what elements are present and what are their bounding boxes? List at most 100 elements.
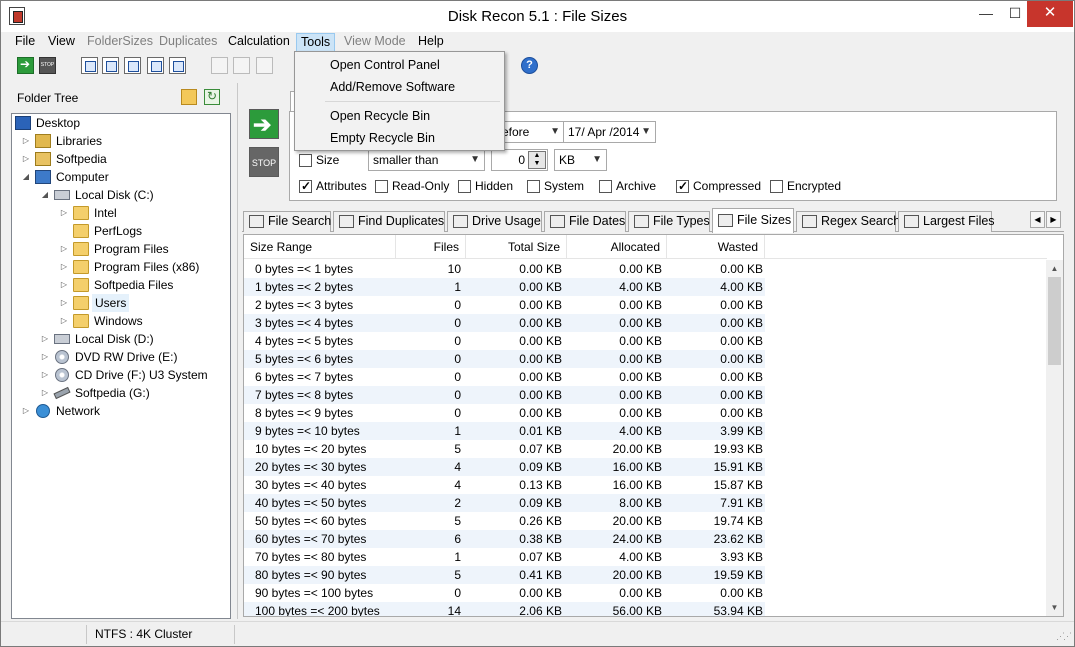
export-csv-icon[interactable]: [124, 57, 141, 74]
title-bar[interactable]: Disk Recon 5.1 : File Sizes — ☐ ✕: [1, 1, 1074, 32]
tab-file-sizes[interactable]: File Sizes: [712, 208, 794, 233]
rename-icon[interactable]: [233, 57, 250, 74]
folder-tree[interactable]: Desktop ▷ Libraries ▷ Softpedia ◢ Comput…: [11, 113, 231, 619]
tree-node-perflogs[interactable]: PerfLogs: [12, 222, 228, 240]
table-row[interactable]: 3 bytes =< 4 bytes 0 0.00 KB 0.00 KB 0.00 KB: [244, 314, 765, 332]
tree-node-program-files[interactable]: ▷ Program Files: [12, 240, 228, 258]
stop-scan-icon[interactable]: [39, 57, 56, 74]
column-files[interactable]: Files: [396, 235, 466, 259]
date-picker[interactable]: 17/ Apr /2014 ▼: [563, 121, 656, 143]
scroll-down-icon[interactable]: ▼: [1046, 599, 1063, 616]
tab-file-types[interactable]: File Types: [628, 211, 710, 232]
expand-arrow-icon[interactable]: ▷: [59, 276, 69, 294]
menu-duplicates[interactable]: Duplicates: [155, 33, 221, 52]
tab-file-dates[interactable]: File Dates: [544, 211, 626, 232]
tree-node-desktop[interactable]: Desktop: [12, 114, 228, 132]
encrypted-checkbox[interactable]: Encrypted: [770, 178, 841, 194]
checkbox-box[interactable]: [375, 180, 388, 193]
checkbox-box[interactable]: [599, 180, 612, 193]
hidden-checkbox[interactable]: Hidden: [458, 178, 513, 194]
expand-arrow-icon[interactable]: ▷: [21, 402, 31, 420]
checkbox-box[interactable]: [299, 178, 312, 194]
table-row[interactable]: 70 bytes =< 80 bytes 1 0.07 KB 4.00 KB 3.93 …: [244, 548, 765, 566]
table-row[interactable]: 30 bytes =< 40 bytes 4 0.13 KB 16.00 KB 15.8…: [244, 476, 765, 494]
read-only-checkbox[interactable]: Read-Only: [375, 178, 449, 194]
menu-item-open-control-panel[interactable]: Open Control Panel: [297, 54, 502, 76]
menu-item-add-remove-software[interactable]: Add/Remove Software: [297, 76, 502, 98]
table-row[interactable]: 40 bytes =< 50 bytes 2 0.09 KB 8.00 KB 7.91 …: [244, 494, 765, 512]
tree-node-local-disk-d[interactable]: ▷ Local Disk (D:): [12, 330, 228, 348]
size-value-spinner[interactable]: 0 ▲ ▼: [491, 149, 548, 171]
tab-regex-search[interactable]: Regex Search: [796, 211, 900, 232]
refresh-icon[interactable]: [204, 89, 220, 105]
menu-foldersizes[interactable]: FolderSizes: [83, 33, 157, 52]
tree-node-local-disk-c[interactable]: ◢ Local Disk (C:): [12, 186, 228, 204]
expand-arrow-icon[interactable]: ▷: [40, 330, 50, 348]
column-size-range[interactable]: Size Range: [244, 235, 396, 259]
start-scan-icon[interactable]: [17, 57, 34, 74]
table-row[interactable]: 20 bytes =< 30 bytes 4 0.09 KB 16.00 KB 15.9…: [244, 458, 765, 476]
table-row[interactable]: 5 bytes =< 6 bytes 0 0.00 KB 0.00 KB 0.00 KB: [244, 350, 765, 368]
expand-arrow-icon[interactable]: ▷: [59, 258, 69, 276]
minimize-button[interactable]: —: [971, 1, 1001, 27]
expand-arrow-icon[interactable]: ▷: [59, 240, 69, 258]
compressed-checkbox[interactable]: Compressed: [676, 178, 761, 194]
tree-node-softpedia-g[interactable]: ▷ Softpedia (G:): [12, 384, 228, 402]
start-button[interactable]: [249, 109, 279, 139]
expand-arrow-icon[interactable]: ▷: [59, 204, 69, 222]
checkbox-box[interactable]: [676, 178, 689, 194]
tree-node-softpedia[interactable]: ▷ Softpedia: [12, 150, 228, 168]
tree-node-libraries[interactable]: ▷ Libraries: [12, 132, 228, 150]
menu-file[interactable]: File: [11, 33, 39, 52]
browse-folder-icon[interactable]: [181, 89, 197, 105]
attributes-checkbox[interactable]: Attributes: [299, 178, 367, 194]
tree-node-dvd-drive-e[interactable]: ▷ DVD RW Drive (E:): [12, 348, 228, 366]
tree-node-network[interactable]: ▷ Network: [12, 402, 228, 420]
column-wasted[interactable]: Wasted: [667, 235, 765, 259]
tab-scroll-right-icon[interactable]: ▶: [1046, 211, 1061, 228]
tree-node-cd-drive-f[interactable]: ▷ CD Drive (F:) U3 System: [12, 366, 228, 384]
export-html-icon[interactable]: [102, 57, 119, 74]
tree-node-softpedia-files[interactable]: ▷ Softpedia Files: [12, 276, 228, 294]
expand-arrow-icon[interactable]: ▷: [59, 312, 69, 330]
system-checkbox[interactable]: System: [527, 178, 584, 194]
checkbox-box[interactable]: [527, 180, 540, 193]
tree-node-users[interactable]: ▷ Users: [12, 294, 228, 312]
table-row[interactable]: 80 bytes =< 90 bytes 5 0.41 KB 20.00 KB 19.5…: [244, 566, 765, 584]
expand-arrow-icon[interactable]: ▷: [40, 348, 50, 366]
column-allocated[interactable]: Allocated: [567, 235, 667, 259]
size-checkbox[interactable]: Size: [299, 152, 339, 168]
table-row[interactable]: 9 bytes =< 10 bytes 1 0.01 KB 4.00 KB 3.99 K…: [244, 422, 765, 440]
table-row[interactable]: 7 bytes =< 8 bytes 0 0.00 KB 0.00 KB 0.00 KB: [244, 386, 765, 404]
file-sizes-table[interactable]: Size Range Files Total Size Allocated Wa…: [243, 234, 1064, 617]
menu-tools[interactable]: Tools: [296, 33, 336, 52]
table-row[interactable]: 4 bytes =< 5 bytes 0 0.00 KB 0.00 KB 0.00 KB: [244, 332, 765, 350]
expand-arrow-icon[interactable]: ▷: [59, 294, 69, 312]
tab-find-duplicates[interactable]: Find Duplicates: [333, 211, 445, 232]
help-icon[interactable]: ?: [521, 57, 538, 74]
table-row[interactable]: 50 bytes =< 60 bytes 5 0.26 KB 20.00 KB 19.7…: [244, 512, 765, 530]
checkbox-box[interactable]: [299, 154, 312, 167]
menu-view[interactable]: View: [44, 33, 79, 52]
expand-arrow-icon[interactable]: ▷: [40, 384, 50, 402]
move-icon[interactable]: [211, 57, 228, 74]
date-mode-select[interactable]: efore ▼: [497, 121, 565, 143]
vertical-scrollbar[interactable]: ▲ ▼: [1046, 260, 1063, 616]
menu-help[interactable]: Help: [414, 33, 448, 52]
tree-node-program-files-x86[interactable]: ▷ Program Files (x86): [12, 258, 228, 276]
delete-icon[interactable]: [256, 57, 273, 74]
collapse-arrow-icon[interactable]: ◢: [21, 168, 31, 186]
size-unit-select[interactable]: KB ▼: [554, 149, 607, 171]
tree-node-computer[interactable]: ◢ Computer: [12, 168, 228, 186]
scroll-thumb[interactable]: [1048, 277, 1061, 365]
expand-arrow-icon[interactable]: ▷: [21, 132, 31, 150]
maximize-button[interactable]: ☐: [1000, 1, 1030, 27]
size-operator-select[interactable]: smaller than ▼: [368, 149, 485, 171]
menu-item-open-recycle-bin[interactable]: Open Recycle Bin: [297, 105, 502, 127]
tree-node-windows[interactable]: ▷ Windows: [12, 312, 228, 330]
table-row[interactable]: 60 bytes =< 70 bytes 6 0.38 KB 24.00 KB 23.6…: [244, 530, 765, 548]
close-button[interactable]: ✕: [1027, 1, 1073, 27]
export-txt-icon[interactable]: [147, 57, 164, 74]
resize-grip-icon[interactable]: ⋰⋰: [1056, 631, 1072, 642]
export-xml-icon[interactable]: [169, 57, 186, 74]
